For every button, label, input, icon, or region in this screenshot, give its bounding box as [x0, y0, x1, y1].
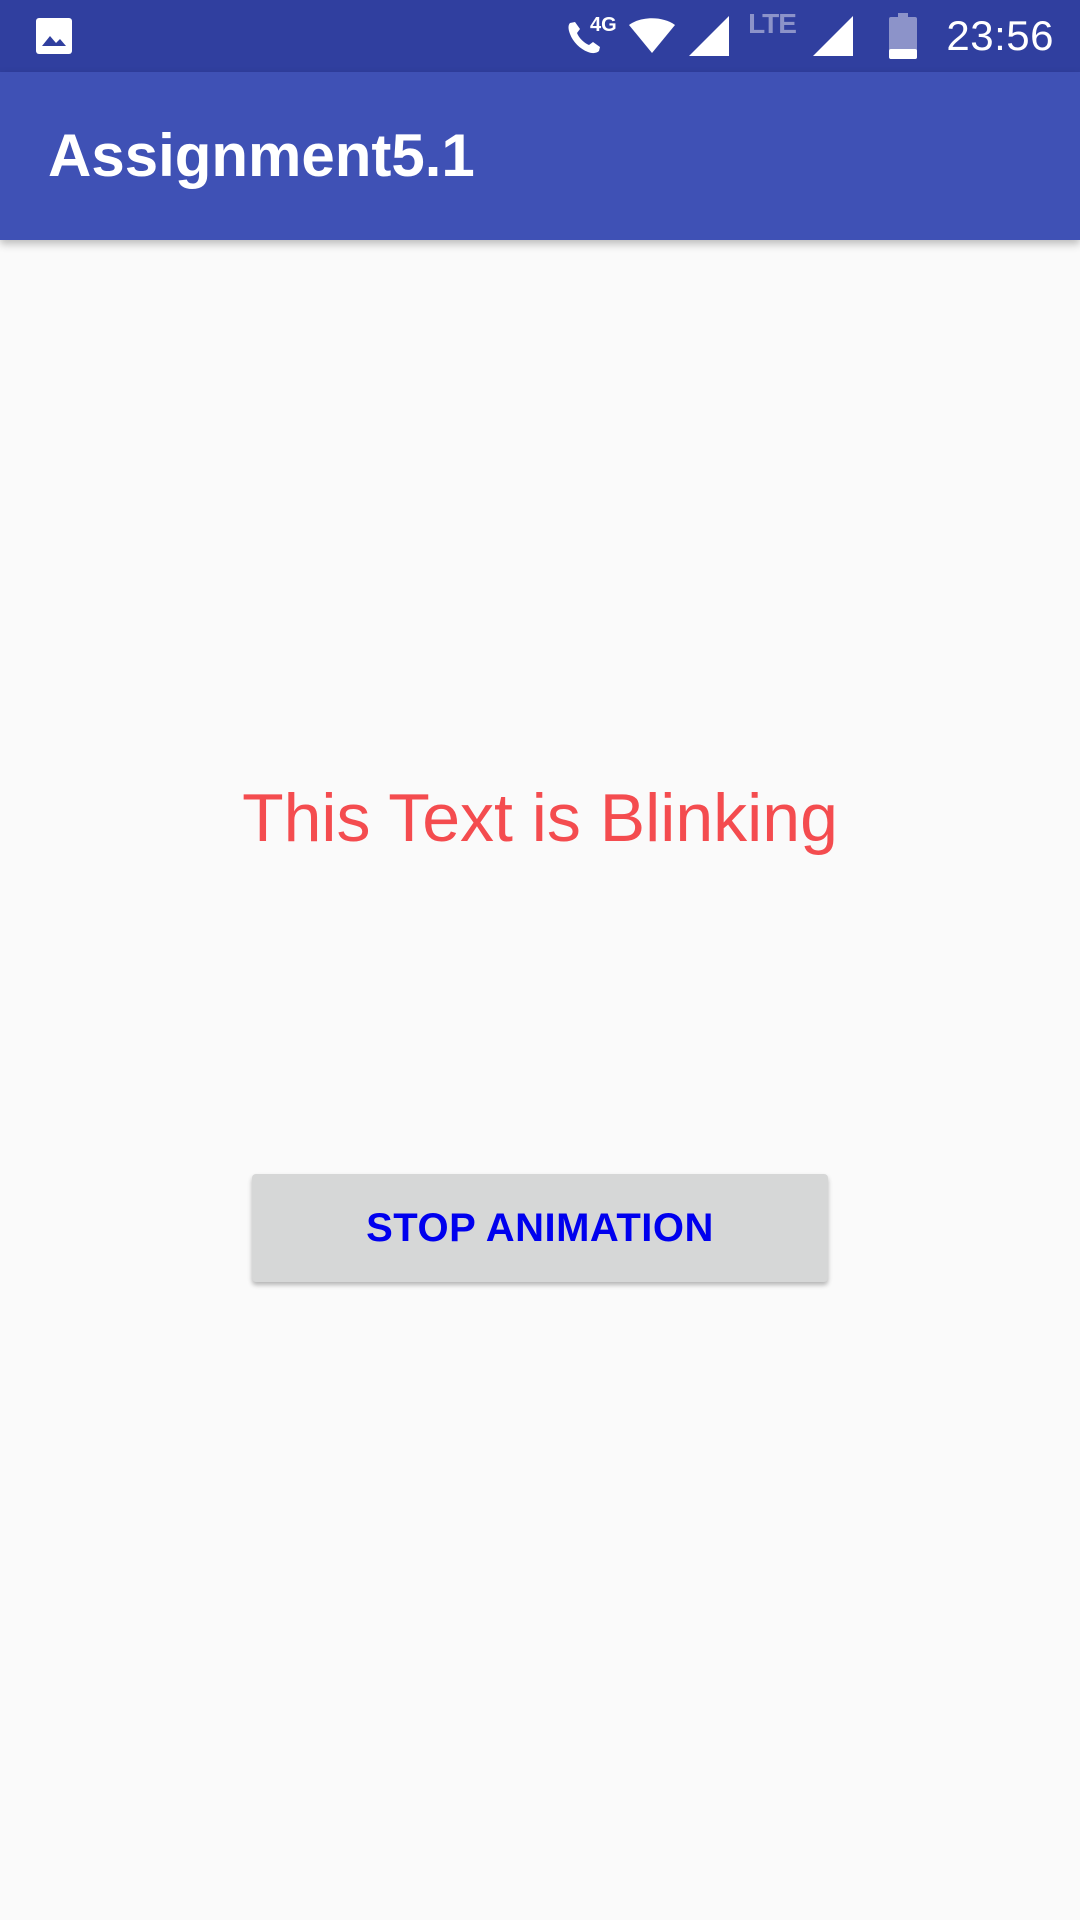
status-time: 23:56 — [946, 12, 1054, 59]
wifi-call-icon: 4G — [560, 0, 616, 72]
blinking-text: This Text is Blinking — [242, 780, 838, 856]
gallery-icon — [34, 0, 74, 72]
signal-icon — [810, 0, 856, 72]
battery-icon — [888, 0, 918, 72]
status-bar: 4G LTE 23:56 — [0, 0, 1080, 72]
wifi-icon — [624, 0, 680, 72]
call-badge: 4G — [590, 14, 616, 36]
app-bar: Assignment5.1 — [0, 72, 1080, 240]
signal-icon — [686, 0, 732, 72]
stop-animation-button[interactable]: STOP ANIMATION — [252, 1174, 828, 1282]
lte-indicator: LTE — [744, 0, 800, 72]
app-title: Assignment5.1 — [48, 122, 475, 189]
lte-label: LTE — [748, 8, 797, 39]
screen: 4G LTE 23:56 Assignment5.1 This Text is … — [0, 0, 1080, 1920]
